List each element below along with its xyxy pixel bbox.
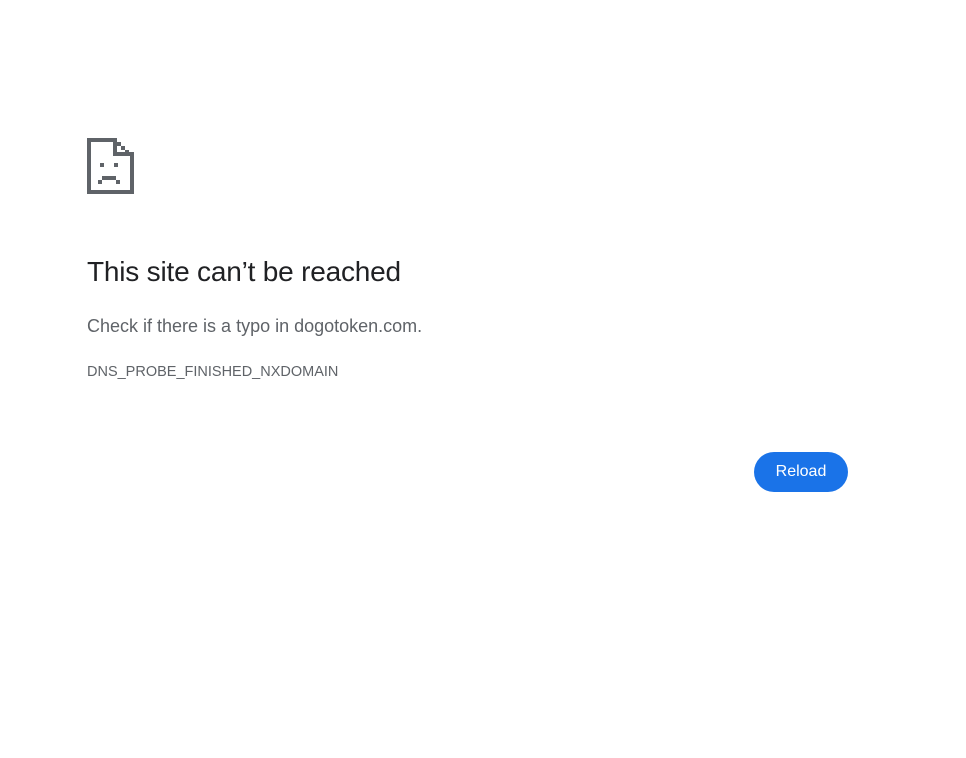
error-code: DNS_PROBE_FINISHED_NXDOMAIN xyxy=(87,364,339,380)
page-title: This site can’t be reached xyxy=(87,256,401,287)
sad-document-icon xyxy=(87,138,135,194)
reload-button[interactable]: Reload xyxy=(754,452,848,492)
error-message: Check if there is a typo in dogotoken.co… xyxy=(87,316,423,336)
